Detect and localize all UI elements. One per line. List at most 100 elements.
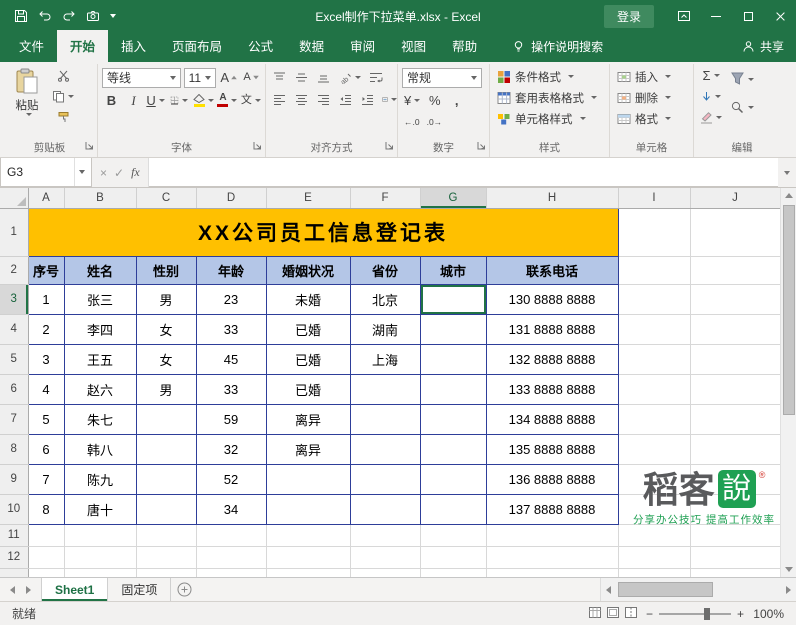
sheet-tab-1[interactable]: 固定项: [108, 578, 172, 601]
row-header-12[interactable]: 12: [0, 546, 29, 569]
cell-E11[interactable]: [266, 524, 351, 547]
cell-H10[interactable]: 137 8888 8888: [485, 493, 619, 525]
top-align-icon[interactable]: [270, 68, 289, 87]
cell-E7[interactable]: 离异: [265, 403, 351, 435]
cell-D13[interactable]: [196, 568, 267, 577]
grow-font-icon[interactable]: A: [219, 68, 239, 87]
cell-A11[interactable]: [28, 524, 65, 547]
cell-D11[interactable]: [196, 524, 267, 547]
cell-I1[interactable]: [618, 208, 691, 257]
vertical-scroll-thumb[interactable]: [782, 205, 795, 415]
cell-C7[interactable]: [135, 403, 197, 435]
row-header-3[interactable]: 3: [0, 284, 29, 315]
cell-F3[interactable]: 北京: [349, 283, 421, 315]
row-header-9[interactable]: 9: [0, 464, 29, 495]
redo-icon[interactable]: [58, 4, 80, 28]
font-size-combo[interactable]: 11: [183, 67, 217, 88]
cell-J13[interactable]: [690, 568, 781, 577]
cell-I12[interactable]: [618, 546, 691, 569]
middle-align-icon[interactable]: [292, 68, 311, 87]
save-icon[interactable]: [10, 4, 32, 28]
borders-icon[interactable]: [168, 91, 190, 110]
prev-sheet-icon[interactable]: [10, 585, 15, 594]
cell-I11[interactable]: [618, 524, 691, 547]
cell-J5[interactable]: [690, 344, 781, 375]
alignment-dialog-launcher-icon[interactable]: [385, 139, 394, 153]
cell-J4[interactable]: [690, 314, 781, 345]
cell-E2[interactable]: 婚姻状况: [265, 255, 351, 285]
cell-A2[interactable]: 序号: [27, 255, 65, 285]
col-header-G[interactable]: G: [420, 188, 487, 209]
font-dialog-launcher-icon[interactable]: [253, 139, 262, 153]
copy-icon[interactable]: [50, 87, 76, 106]
ribbon-tab-3[interactable]: 页面布局: [159, 30, 235, 62]
zoom-level[interactable]: 100%: [750, 607, 784, 621]
scroll-left-icon[interactable]: [601, 585, 616, 594]
col-header-I[interactable]: I: [618, 188, 691, 209]
row-header-7[interactable]: 7: [0, 404, 29, 435]
page-layout-view-icon[interactable]: [606, 606, 619, 621]
cell-F12[interactable]: [350, 546, 421, 569]
clipboard-dialog-launcher-icon[interactable]: [85, 139, 94, 153]
cell-H12[interactable]: [486, 546, 619, 569]
formula-input[interactable]: [148, 158, 778, 187]
cell-styles-button[interactable]: 单元格样式: [494, 108, 605, 129]
cell-G11[interactable]: [420, 524, 487, 547]
row-header-4[interactable]: 4: [0, 314, 29, 345]
decrease-indent-icon[interactable]: [336, 90, 355, 109]
cell-A3[interactable]: 1: [27, 283, 65, 315]
horizontal-scrollbar[interactable]: [600, 578, 796, 601]
cell-B11[interactable]: [64, 524, 137, 547]
maximize-button[interactable]: [732, 0, 764, 32]
percent-style-icon[interactable]: %: [425, 91, 444, 110]
cell-H6[interactable]: 133 8888 8888: [485, 373, 619, 405]
find-select-icon[interactable]: [728, 94, 756, 120]
ribbon-tab-2[interactable]: 插入: [108, 30, 159, 62]
cell-title[interactable]: XX公司员工信息登记表: [27, 207, 619, 257]
ribbon-display-options-icon[interactable]: [668, 0, 700, 32]
name-box-caret-icon[interactable]: [79, 170, 85, 174]
cell-E5[interactable]: 已婚: [265, 343, 351, 375]
col-header-C[interactable]: C: [136, 188, 197, 209]
sort-filter-icon[interactable]: [728, 66, 756, 92]
cell-B9[interactable]: 陈九: [63, 463, 137, 495]
cell-D12[interactable]: [196, 546, 267, 569]
col-header-F[interactable]: F: [350, 188, 421, 209]
bottom-align-icon[interactable]: [314, 68, 333, 87]
cell-B3[interactable]: 张三: [63, 283, 137, 315]
cell-B4[interactable]: 李四: [63, 313, 137, 345]
cut-icon[interactable]: [50, 66, 76, 85]
cell-E10[interactable]: [265, 493, 351, 525]
fill-color-icon[interactable]: [193, 91, 214, 110]
row-header-8[interactable]: 8: [0, 434, 29, 465]
cell-E8[interactable]: 离异: [265, 433, 351, 465]
name-box[interactable]: G3: [0, 158, 92, 187]
fill-icon[interactable]: [698, 87, 724, 106]
cell-G8[interactable]: [419, 433, 487, 465]
autosum-icon[interactable]: Σ: [698, 66, 724, 85]
cell-B6[interactable]: 赵六: [63, 373, 137, 405]
cell-B12[interactable]: [64, 546, 137, 569]
cell-C5[interactable]: 女: [135, 343, 197, 375]
shrink-font-icon[interactable]: A: [242, 68, 261, 87]
cell-G10[interactable]: [419, 493, 487, 525]
center-icon[interactable]: [292, 90, 311, 109]
cell-C9[interactable]: [135, 463, 197, 495]
zoom-slider[interactable]: [658, 607, 731, 620]
next-sheet-icon[interactable]: [26, 585, 31, 594]
ribbon-tab-7[interactable]: 视图: [388, 30, 439, 62]
cell-C3[interactable]: 男: [135, 283, 197, 315]
share-button[interactable]: 共享: [742, 38, 784, 55]
cell-A4[interactable]: 2: [27, 313, 65, 345]
undo-icon[interactable]: [34, 4, 56, 28]
col-header-H[interactable]: H: [486, 188, 619, 209]
cell-J8[interactable]: [690, 434, 781, 465]
cell-A13[interactable]: [28, 568, 65, 577]
qat-customize-icon[interactable]: [106, 4, 120, 28]
cell-D3[interactable]: 23: [195, 283, 267, 315]
font-color-icon[interactable]: A: [217, 91, 237, 110]
format-as-table-button[interactable]: 套用表格格式: [494, 87, 605, 108]
horizontal-scroll-thumb[interactable]: [618, 582, 713, 597]
cell-J2[interactable]: [690, 256, 781, 285]
cell-B2[interactable]: 姓名: [63, 255, 137, 285]
